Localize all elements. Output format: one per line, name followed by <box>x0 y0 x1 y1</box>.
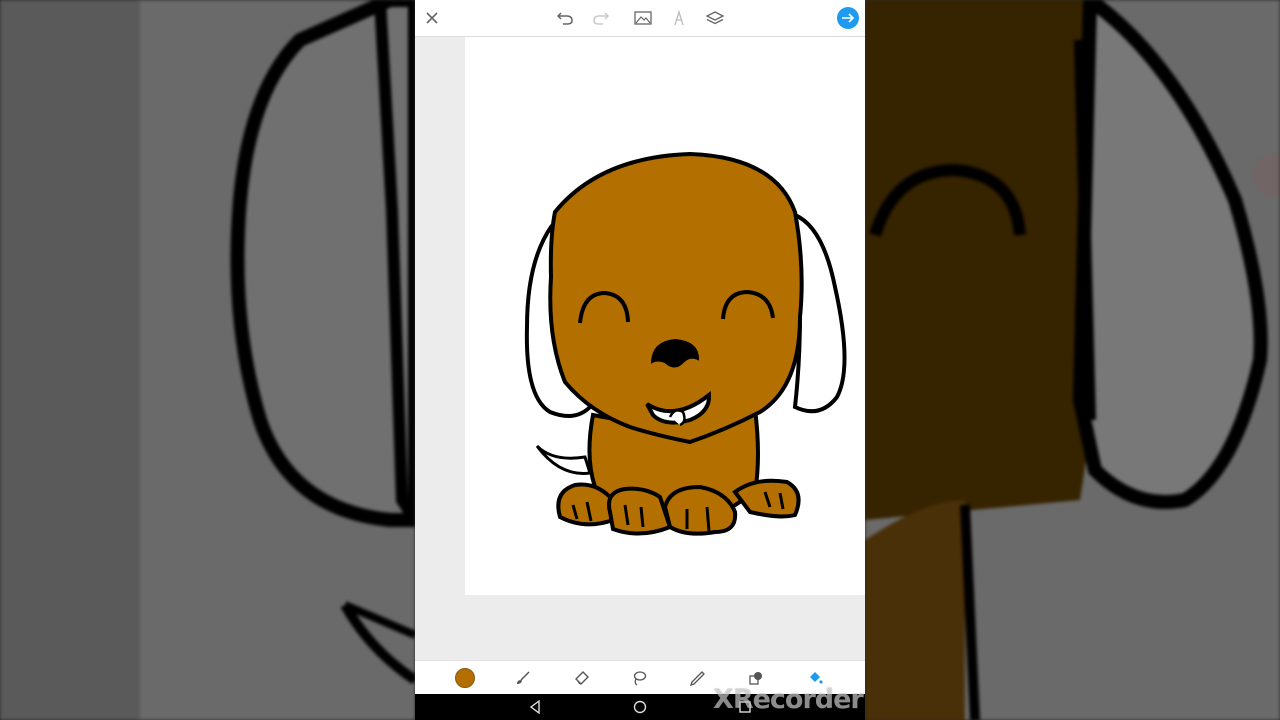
layers-icon[interactable] <box>703 6 727 30</box>
eraser-icon[interactable] <box>570 666 594 690</box>
next-arrow-icon[interactable] <box>837 7 859 29</box>
home-icon[interactable] <box>632 699 648 715</box>
app-screen: XRecorder <box>415 0 865 720</box>
recorder-watermark: XRecorder <box>713 684 864 715</box>
dog-tail <box>535 444 592 475</box>
undo-icon[interactable] <box>553 6 577 30</box>
background-blur-left <box>0 0 415 720</box>
current-color-swatch <box>455 668 475 688</box>
pen-icon[interactable] <box>685 666 709 690</box>
text-icon[interactable] <box>667 6 691 30</box>
back-icon[interactable] <box>527 699 543 715</box>
image-icon[interactable] <box>631 6 655 30</box>
drawing-canvas[interactable] <box>465 37 865 595</box>
dog-left-paw <box>556 482 616 527</box>
color-picker[interactable] <box>453 666 477 690</box>
close-icon[interactable] <box>420 6 444 30</box>
background-blur-right <box>865 0 1280 720</box>
redo-icon[interactable] <box>589 6 613 30</box>
dog-right-ear <box>792 211 847 414</box>
brush-icon[interactable] <box>511 666 535 690</box>
top-toolbar <box>415 0 865 37</box>
lasso-icon[interactable] <box>627 666 651 690</box>
screen: XRecorder <box>0 0 1280 720</box>
dog-middle-paw <box>607 486 673 536</box>
